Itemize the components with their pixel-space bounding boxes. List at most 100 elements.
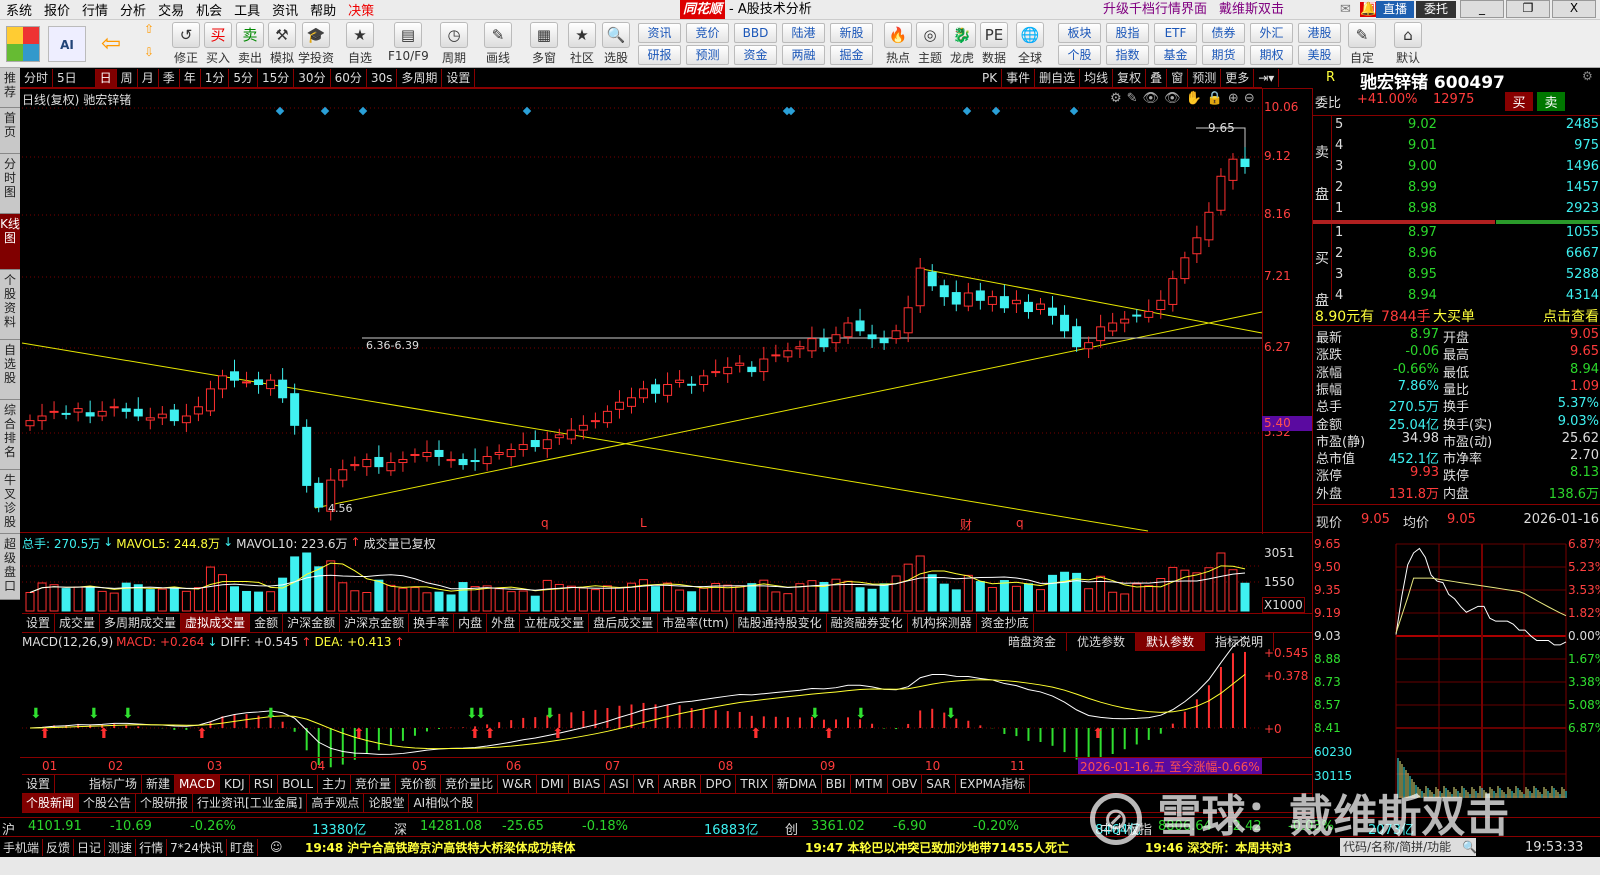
news-tab-3[interactable]: 行业资讯[工业金属] — [193, 793, 308, 812]
view-link[interactable]: 点击查看 — [1543, 306, 1599, 326]
volume-bar — [85, 586, 95, 612]
ask-row[interactable]: 5 9.02 2485 — [1313, 117, 1600, 137]
indicator-tab-11[interactable]: W&R — [498, 775, 537, 793]
volume-tab-10[interactable]: 立桩成交量 — [520, 614, 590, 632]
status-tab-1[interactable]: 反馈 — [43, 838, 75, 856]
ask-row[interactable]: 1 8.98 2923 — [1313, 201, 1600, 221]
minimize-button[interactable]: _ — [1460, 0, 1504, 18]
news-tab-6[interactable]: AI相似个股 — [409, 793, 479, 812]
indicator-tab-15[interactable]: VR — [634, 775, 660, 793]
bid-row[interactable]: 3 8.95 5288 — [1313, 267, 1600, 287]
indicator-tab-16[interactable]: ARBR — [659, 775, 702, 793]
toolbar-btn3-1[interactable]: ⌂ 默认 — [1388, 22, 1428, 67]
indicator-tab-20[interactable]: BBI — [822, 775, 851, 793]
status-tab-6[interactable]: 盯盘 — [227, 838, 258, 856]
search-input[interactable]: 代码/名称/简拼/功能 — [1340, 838, 1476, 856]
volume-tab-12[interactable]: 市盈率(ttm) — [658, 614, 734, 632]
indicator-tab-10[interactable]: 竞价量比 — [441, 775, 499, 793]
bid-row[interactable]: 2 8.96 6667 — [1313, 246, 1600, 266]
restore-button[interactable]: ❐ — [1506, 0, 1550, 18]
volume-tab-9[interactable]: 外盘 — [487, 614, 521, 632]
volume-tab-0[interactable]: 设置 — [22, 614, 56, 632]
volume-bar — [518, 590, 528, 612]
toolbar-btn3-0[interactable]: ✎ 自定 — [1342, 22, 1382, 67]
news-tab-2[interactable]: 个股研报 — [136, 793, 194, 812]
indicator-tab-13[interactable]: BIAS — [569, 775, 606, 793]
indicator-tab-24[interactable]: EXPMA指标 — [956, 775, 1031, 793]
news-tab-0[interactable]: 个股新闻 — [22, 793, 80, 812]
volume-tab-15[interactable]: 机构探测器 — [908, 614, 977, 632]
bid-row[interactable]: 4 8.94 4314 — [1313, 288, 1600, 308]
current-price-tag: 5.40 — [1262, 416, 1312, 431]
volume-tab-11[interactable]: 盘后成交量 — [589, 614, 659, 632]
indicator-tab-6[interactable]: BOLL — [278, 775, 319, 793]
indicator-tab-22[interactable]: OBV — [888, 775, 923, 793]
indicator-tab-8[interactable]: 竞价量 — [351, 775, 397, 793]
ask-row[interactable]: 4 9.01 975 — [1313, 138, 1600, 158]
macd-tab-2[interactable]: 默认参数 — [1136, 633, 1206, 651]
volume-tab-1[interactable]: 成交量 — [55, 614, 101, 632]
volume-tab-16[interactable]: 资金抄底 — [977, 614, 1034, 632]
event-marker[interactable]: L — [640, 516, 647, 530]
volume-tab-5[interactable]: 沪深金额 — [283, 614, 341, 632]
indicator-tab-23[interactable]: SAR — [922, 775, 956, 793]
indicator-tab-12[interactable]: DMI — [537, 775, 569, 793]
news-tab-4[interactable]: 高手观点 — [307, 793, 365, 812]
news-tab-5[interactable]: 论股堂 — [364, 793, 410, 812]
indicator-tab-4[interactable]: KDJ — [220, 775, 250, 793]
volume-tab-7[interactable]: 换手率 — [409, 614, 455, 632]
sell-button[interactable]: 卖 — [1537, 92, 1565, 111]
volume-tab-4[interactable]: 金额 — [250, 614, 284, 632]
close-button[interactable]: X — [1552, 0, 1596, 18]
volume-tab-2[interactable]: 多周期成交量 — [100, 614, 182, 632]
ask-row[interactable]: 2 8.99 1457 — [1313, 180, 1600, 200]
indicator-tab-9[interactable]: 竞价额 — [396, 775, 442, 793]
volume-bar — [230, 586, 240, 612]
indicator-tab-21[interactable]: MTM — [851, 775, 888, 793]
big-order-row[interactable]: 8.90元有 7844手 大买单 点击查看 — [1313, 306, 1600, 326]
finance-marker[interactable]: 财 — [960, 516, 972, 533]
indicator-tab-17[interactable]: DPO — [701, 775, 737, 793]
volume-tab-13[interactable]: 陆股通持股变化 — [734, 614, 827, 632]
indicator-tab-1[interactable]: 指标广场 — [55, 775, 143, 793]
status-tab-4[interactable]: 行情 — [136, 838, 168, 856]
macd-tab-0[interactable]: 暗盘资金 — [998, 633, 1068, 651]
volume-tab-6[interactable]: 沪深京金额 — [340, 614, 410, 632]
indicator-tab-19[interactable]: 新DMA — [773, 775, 822, 793]
live-button[interactable]: 直播 — [1376, 1, 1414, 18]
status-tab-0[interactable]: 手机端 — [0, 838, 44, 856]
ask-row[interactable]: 3 9.00 1496 — [1313, 159, 1600, 179]
gear-icon[interactable]: ⚙ — [1582, 69, 1593, 83]
volume-tab-8[interactable]: 内盘 — [454, 614, 488, 632]
macd-tab-1[interactable]: 优选参数 — [1067, 633, 1137, 651]
indicator-tab-5[interactable]: RSI — [250, 775, 279, 793]
mail-icon[interactable]: ✉ — [1340, 2, 1351, 17]
status-tab-3[interactable]: 测速 — [105, 838, 137, 856]
entrust-button[interactable]: 委托 — [1416, 1, 1456, 18]
robot-icon[interactable]: ☺ — [258, 840, 295, 854]
intraday-chart[interactable]: 9.65 9.50 9.35 9.19 9.03 8.88 8.73 8.57 8.41 6.87… — [1312, 530, 1600, 800]
news-ticker-item[interactable]: 19:48 沪宁合高铁跨京沪高铁特大桥梁体成功转体 — [305, 839, 575, 856]
volume-bar — [374, 579, 384, 612]
bid-row[interactable]: 1 8.97 1055 — [1313, 225, 1600, 245]
news-ticker-item[interactable]: 19:47 本轮巴以冲突已致加沙地带71455人死亡 — [805, 839, 1069, 856]
volume-bar — [302, 552, 312, 612]
search-icon[interactable]: 🔍 — [1462, 840, 1477, 854]
event-marker[interactable]: q — [541, 516, 549, 530]
indicator-tab-0[interactable]: 设置 — [22, 775, 56, 793]
news-tab-1[interactable]: 个股公告 — [79, 793, 137, 812]
bell-icon[interactable]: 🔔 — [1360, 2, 1376, 17]
indicator-tab-2[interactable]: 新建 — [142, 775, 176, 793]
news-ticker-item[interactable]: 19:46 深交所：本周共对3 — [1145, 839, 1292, 856]
status-tab-2[interactable]: 日记 — [74, 838, 106, 856]
status-tab-5[interactable]: 7*24快讯 — [167, 838, 227, 856]
volume-tab-3[interactable]: 虚拟成交量 — [181, 614, 251, 632]
indicator-tab-3[interactable]: MACD — [175, 775, 221, 793]
indicator-tab-18[interactable]: TRIX — [736, 775, 773, 793]
indicator-tab-14[interactable]: ASI — [605, 775, 634, 793]
indicator-tab-7[interactable]: 主力 — [318, 775, 352, 793]
volume-tab-14[interactable]: 融资融券变化 — [827, 614, 908, 632]
buy-button[interactable]: 买 — [1505, 92, 1533, 111]
event-marker[interactable]: q — [1016, 516, 1024, 530]
volume-bar — [314, 566, 324, 612]
